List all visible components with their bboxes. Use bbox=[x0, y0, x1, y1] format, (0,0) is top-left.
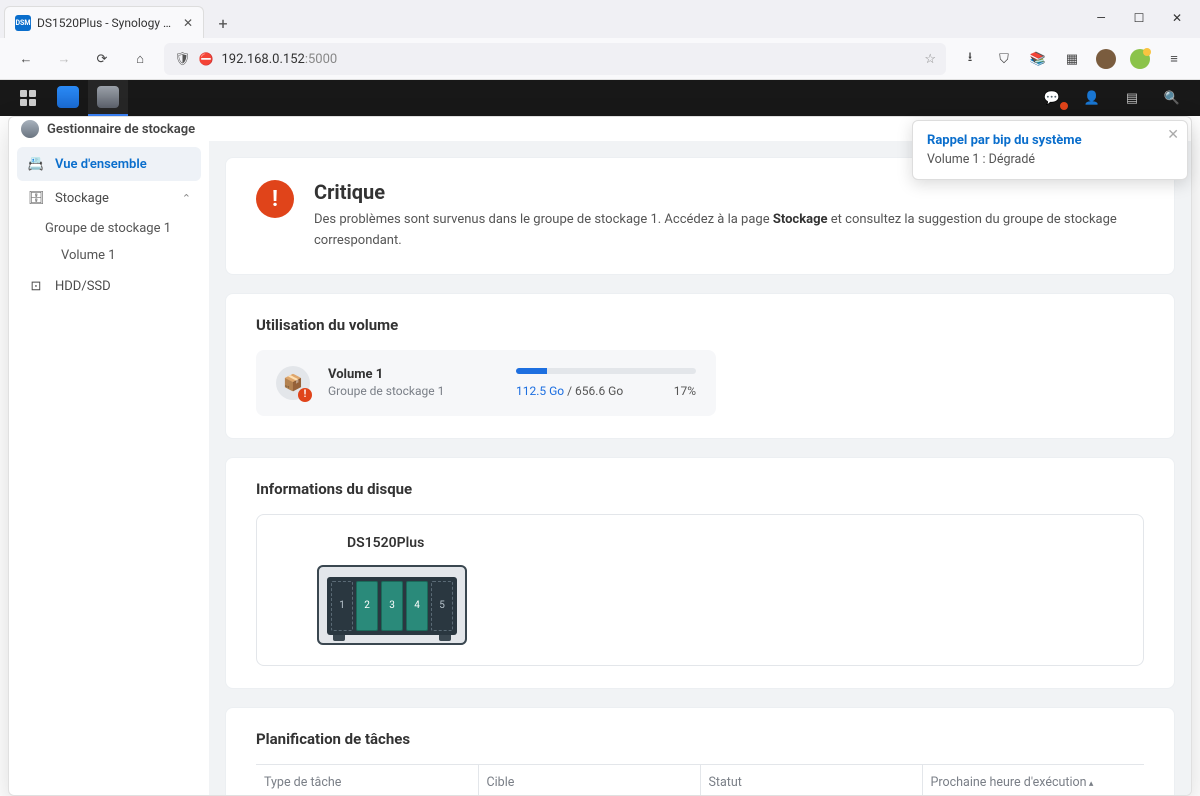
volume-size-text: 112.5 Go / 656.6 Go bbox=[516, 384, 623, 398]
disk-info-heading: Informations du disque bbox=[256, 480, 1144, 498]
volume-error-badge: ! bbox=[298, 388, 312, 402]
sidebar-label-storage: Stockage bbox=[55, 191, 109, 206]
alert-message: Des problèmes sont survenus dans le grou… bbox=[314, 210, 1144, 252]
profile-avatar[interactable] bbox=[1092, 45, 1120, 73]
window-maximize-button[interactable]: ☐ bbox=[1122, 4, 1156, 32]
sidebar-item-storage-group-1[interactable]: Groupe de stockage 1 bbox=[17, 215, 201, 242]
sidebar-item-storage[interactable]: 🗄 Stockage ⌃ bbox=[17, 181, 201, 215]
new-tab-button[interactable]: + bbox=[208, 8, 238, 38]
nav-forward-button: → bbox=[50, 45, 78, 73]
volume-group: Groupe de stockage 1 bbox=[328, 384, 498, 398]
volume-icon: 📦! bbox=[276, 366, 310, 400]
col-target[interactable]: Cible bbox=[478, 764, 700, 795]
storage-manager-icon bbox=[21, 120, 39, 138]
volume-usage-heading: Utilisation du volume bbox=[256, 316, 1144, 334]
overview-icon: 📇 bbox=[27, 155, 45, 173]
drive-bay-4[interactable]: 4 bbox=[406, 581, 428, 631]
volume-name: Volume 1 bbox=[328, 367, 498, 382]
nas-diagram: 1 2 3 4 5 bbox=[317, 565, 467, 645]
col-status[interactable]: Statut bbox=[700, 764, 922, 795]
extensions-icon[interactable]: ▦ bbox=[1058, 45, 1086, 73]
alert-critical-icon: ! bbox=[256, 180, 294, 218]
volume-progress-bar bbox=[516, 368, 696, 374]
volume-percent: 17% bbox=[674, 384, 696, 398]
sidebar-item-hdd-ssd[interactable]: ⊡ HDD/SSD bbox=[17, 269, 201, 303]
taskbar-app-storage-manager[interactable] bbox=[88, 80, 128, 116]
sidebar-item-overview[interactable]: 📇 Vue d'ensemble bbox=[17, 147, 201, 181]
drive-bay-1[interactable]: 1 bbox=[331, 581, 353, 631]
save-pocket-icon[interactable]: ⭳ bbox=[956, 45, 984, 73]
toast-title: Rappel par bip du système bbox=[927, 133, 1173, 148]
taskbar-notifications-icon[interactable]: 💬 bbox=[1032, 80, 1072, 116]
window-close-button[interactable]: ✕ bbox=[1160, 4, 1194, 32]
storage-icon: 🗄 bbox=[27, 189, 45, 207]
nav-home-button[interactable]: ⌂ bbox=[126, 45, 154, 73]
address-bar[interactable]: 🛡 ⛔ 192.168.0.152:5000 ☆ bbox=[164, 43, 946, 75]
taskbar-user-icon[interactable]: 👤 bbox=[1072, 80, 1112, 116]
taskbar-app-control-panel[interactable] bbox=[48, 80, 88, 116]
tab-title: DS1520Plus - Synology NAS bbox=[37, 16, 177, 30]
toast-body: Volume 1 : Dégradé bbox=[927, 152, 1173, 167]
nas-model-label: DS1520Plus bbox=[347, 535, 1143, 551]
shield-icon[interactable]: 🛡 bbox=[174, 52, 191, 67]
app-menu-icon[interactable]: ≡ bbox=[1160, 45, 1188, 73]
url-text: 192.168.0.152:5000 bbox=[221, 52, 916, 67]
chevron-up-icon: ⌃ bbox=[182, 192, 191, 205]
task-schedule-heading: Planification de tâches bbox=[256, 730, 1144, 748]
tab-close-icon[interactable]: ✕ bbox=[183, 16, 193, 30]
sidebar-label-overview: Vue d'ensemble bbox=[55, 157, 147, 172]
drive-bay-2[interactable]: 2 bbox=[356, 581, 378, 631]
insecure-lock-icon[interactable]: ⛔ bbox=[199, 52, 214, 66]
nav-reload-button[interactable]: ⟳ bbox=[88, 45, 116, 73]
library-icon[interactable]: 📚 bbox=[1024, 45, 1052, 73]
alert-title: Critique bbox=[314, 180, 1144, 204]
drive-bay-5[interactable]: 5 bbox=[431, 581, 453, 631]
browser-tab[interactable]: DSM DS1520Plus - Synology NAS ✕ bbox=[4, 6, 204, 38]
drive-bay-3[interactable]: 3 bbox=[381, 581, 403, 631]
tracking-icon[interactable]: ⛉ bbox=[990, 45, 1018, 73]
taskbar-search-icon[interactable]: 🔍 bbox=[1152, 80, 1192, 116]
bookmark-star-icon[interactable]: ☆ bbox=[924, 52, 936, 67]
critical-alert: ! Critique Des problèmes sont survenus d… bbox=[256, 180, 1144, 252]
sidebar-label-hddssd: HDD/SSD bbox=[55, 279, 111, 294]
volume-row[interactable]: 📦! Volume 1 Groupe de stockage 1 112.5 G… bbox=[256, 350, 716, 416]
col-task-type[interactable]: Type de tâche bbox=[256, 764, 478, 795]
col-next-run[interactable]: Prochaine heure d'exécution bbox=[922, 764, 1144, 795]
dsm-favicon: DSM bbox=[15, 15, 31, 31]
nav-back-button[interactable]: ← bbox=[12, 45, 40, 73]
sidebar-item-volume-1[interactable]: Volume 1 bbox=[17, 242, 201, 269]
extension-badge-icon[interactable] bbox=[1126, 45, 1154, 73]
toast-close-icon[interactable]: ✕ bbox=[1167, 127, 1179, 143]
taskbar-widgets-icon[interactable]: ▤ bbox=[1112, 80, 1152, 116]
task-table: Type de tâche Cible Statut Prochaine heu… bbox=[256, 764, 1144, 795]
system-beep-toast: ✕ Rappel par bip du système Volume 1 : D… bbox=[912, 120, 1188, 180]
window-minimize-button[interactable]: — bbox=[1084, 4, 1118, 32]
dsm-main-menu-button[interactable] bbox=[8, 80, 48, 116]
drive-icon: ⊡ bbox=[27, 277, 45, 295]
app-title: Gestionnaire de stockage bbox=[47, 122, 195, 137]
